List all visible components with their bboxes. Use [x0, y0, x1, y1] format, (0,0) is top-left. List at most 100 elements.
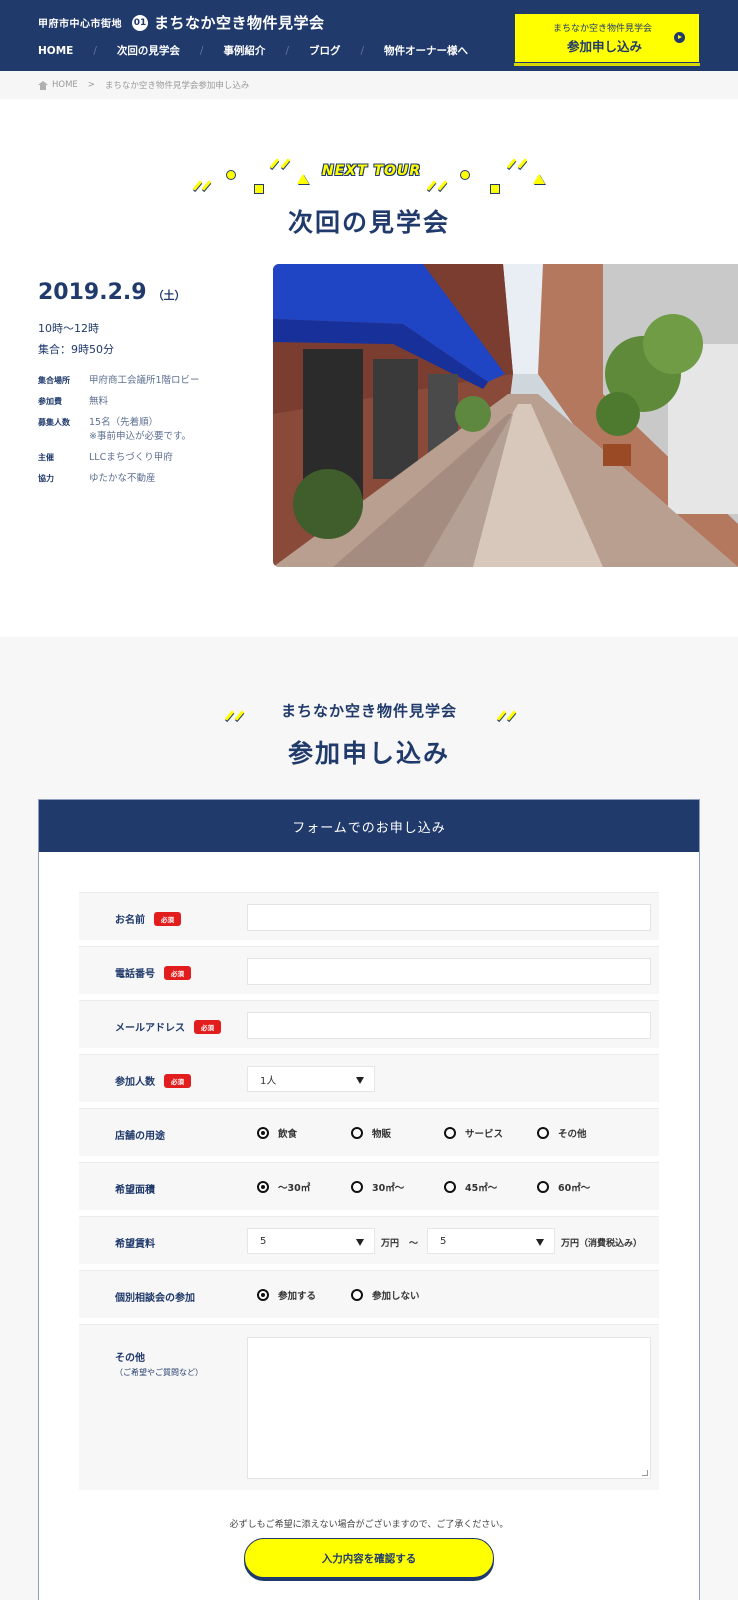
breadcrumb-home[interactable]: HOME	[52, 80, 78, 90]
event-day-of-week: （土）	[152, 289, 186, 302]
field-label: 希望面積	[115, 1181, 155, 1196]
rent-to-value: 5	[440, 1235, 447, 1247]
field-label: 店舗の用途	[115, 1127, 165, 1142]
radio-checked-icon	[257, 1289, 269, 1301]
usage-radio-other[interactable]: その他	[537, 1126, 587, 1140]
field-label: メールアドレス 必須	[115, 1019, 221, 1034]
usage-radio-retail[interactable]: 物販	[351, 1126, 391, 1140]
info-label: 主催	[38, 453, 54, 462]
phone-input[interactable]	[247, 958, 651, 985]
field-label: その他 （ご希望やご質問など）	[115, 1349, 203, 1378]
form-row-phone: 電話番号 必須	[79, 946, 659, 994]
dropdown-arrow-icon	[356, 1239, 364, 1246]
confirm-button[interactable]: 入力内容を確認する	[244, 1538, 494, 1578]
radio-label: 参加する	[278, 1291, 317, 1302]
required-badge: 必須	[164, 1073, 191, 1088]
triangle-decoration-icon	[533, 174, 545, 184]
nav-next-tour[interactable]: 次回の見学会	[117, 43, 180, 58]
rent-from-select[interactable]: 5	[247, 1228, 375, 1254]
info-value-note: ※事前申込が必要です。	[89, 431, 192, 442]
required-badge: 必須	[194, 1019, 221, 1034]
form-row-usage: 店舗の用途 飲食 物販 サービス その他	[79, 1108, 659, 1156]
rent-unit-tax: 万円（消費税込み）	[561, 1239, 643, 1249]
form-notice: 必ずしもご希望に添えない場合がございますので、ご了承ください。	[229, 1520, 509, 1530]
slash-decoration-icon	[280, 158, 291, 169]
radio-checked-icon	[257, 1181, 269, 1193]
arrow-circle-icon	[674, 32, 685, 43]
form-row-email: メールアドレス 必須	[79, 1000, 659, 1048]
main-nav: HOME / 次回の見学会 / 事例紹介 / ブログ / 物件オーナー様へ	[38, 43, 468, 58]
nav-owners[interactable]: 物件オーナー様へ	[384, 43, 468, 58]
field-label: お名前 必須	[115, 911, 181, 926]
event-time-range: 10時〜12時	[38, 322, 99, 335]
area-radio-30[interactable]: 30㎡〜	[351, 1180, 404, 1194]
consult-radio-no[interactable]: 参加しない	[351, 1288, 420, 1302]
field-label: 電話番号 必須	[115, 965, 191, 980]
area-radio-60[interactable]: 60㎡〜	[537, 1180, 590, 1194]
rent-unit: 万円	[381, 1239, 400, 1249]
nav-blog[interactable]: ブログ	[309, 43, 341, 58]
consult-radio-yes[interactable]: 参加する	[257, 1288, 316, 1302]
form-row-other: その他 （ご希望やご質問など）	[79, 1324, 659, 1490]
phone-label: 電話番号	[115, 969, 155, 980]
slash-decoration-icon	[506, 158, 517, 169]
application-title: 参加申し込み	[287, 739, 450, 768]
breadcrumb: HOME > まちなか空き物件見学会参加申し込み	[0, 71, 738, 99]
usage-radio-food[interactable]: 飲食	[257, 1126, 297, 1140]
radio-label: その他	[558, 1129, 587, 1140]
event-meeting-time: 集合：9時50分	[38, 343, 114, 356]
form-row-name: お名前 必須	[79, 892, 659, 940]
area-radio-45[interactable]: 45㎡〜	[444, 1180, 497, 1194]
other-textarea[interactable]	[247, 1337, 651, 1479]
info-row: 協力 ゆたかな不動産	[38, 472, 200, 486]
radio-checked-icon	[257, 1127, 269, 1139]
form-row-rent: 希望賃料 5 万円 〜 5 万円（消費税込み）	[79, 1216, 659, 1264]
cta-label: 参加申し込み	[567, 39, 643, 54]
field-label: 参加人数 必須	[115, 1073, 191, 1088]
nav-separator: /	[285, 44, 289, 57]
dropdown-arrow-icon	[356, 1077, 364, 1084]
area-radio-under30[interactable]: 〜30㎡	[257, 1180, 310, 1194]
required-badge: 必須	[164, 965, 191, 980]
nav-separator: /	[360, 44, 365, 57]
info-value: 甲府商工会議所1階ロビー	[89, 375, 200, 386]
square-decoration-icon	[490, 184, 500, 194]
info-row: 募集人数 15名（先着順） ※事前申込が必要です。	[38, 416, 200, 444]
street-photo-illustration	[273, 264, 738, 567]
radio-unchecked-icon	[537, 1127, 549, 1139]
dropdown-arrow-icon	[536, 1239, 544, 1246]
radio-label: 飲食	[278, 1129, 298, 1140]
radio-unchecked-icon	[351, 1127, 363, 1139]
radio-label: 物販	[372, 1129, 392, 1140]
form-row-area: 希望面積 〜30㎡ 30㎡〜 45㎡〜 60㎡〜	[79, 1162, 659, 1210]
info-value-main: 15名（先着順）	[89, 417, 159, 428]
resize-handle-icon[interactable]	[642, 1470, 648, 1476]
site-logo[interactable]: 甲府市中心市街地 01 まちなか空き物件見学会	[38, 12, 325, 33]
usage-label: 店舗の用途	[115, 1131, 165, 1142]
nav-home[interactable]: HOME	[38, 45, 73, 57]
info-label: 募集人数	[38, 418, 70, 427]
breadcrumb-separator: >	[87, 80, 95, 90]
nav-cases[interactable]: 事例紹介	[223, 43, 265, 58]
participants-select[interactable]: 1人	[247, 1066, 375, 1092]
radio-label: 60㎡〜	[558, 1183, 591, 1194]
required-badge: 必須	[154, 911, 181, 926]
form-header: フォームでのお申し込み	[39, 800, 699, 852]
site-header: 甲府市中心市街地 01 まちなか空き物件見学会 HOME / 次回の見学会 / …	[0, 0, 738, 71]
triangle-decoration-icon	[297, 174, 309, 184]
slash-decoration-icon	[517, 158, 528, 169]
rent-to-select[interactable]: 5	[427, 1228, 555, 1254]
apply-cta-button[interactable]: まちなか空き物件見学会 参加申し込み	[514, 13, 700, 63]
other-label: その他	[115, 1353, 145, 1364]
rent-from-value: 5	[260, 1235, 267, 1247]
email-input[interactable]	[247, 1012, 651, 1039]
name-input[interactable]	[247, 904, 651, 931]
info-row: 集合場所 甲府商工会議所1階ロビー	[38, 374, 200, 388]
radio-unchecked-icon	[444, 1127, 456, 1139]
info-row: 参加費 無料	[38, 395, 200, 409]
logo-title: まちなか空き物件見学会	[154, 14, 325, 32]
other-note: （ご希望やご質問など）	[115, 1368, 203, 1377]
participants-label: 参加人数	[115, 1077, 155, 1088]
logo-mark-icon: 01	[132, 14, 148, 31]
usage-radio-service[interactable]: サービス	[444, 1126, 503, 1140]
